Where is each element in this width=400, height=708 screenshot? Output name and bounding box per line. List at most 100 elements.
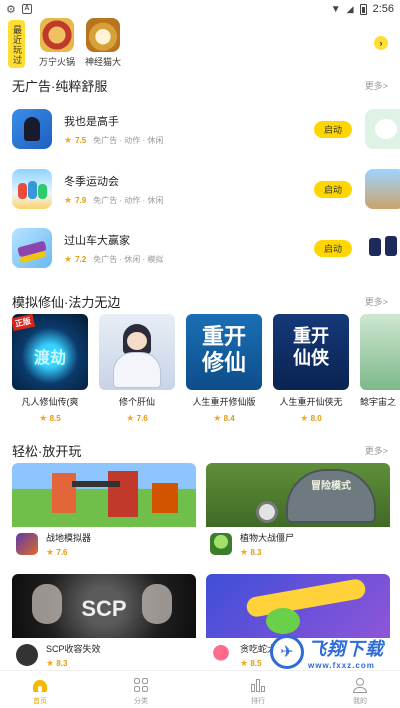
game-icon bbox=[12, 228, 52, 268]
app-rating: 7.2 bbox=[75, 254, 87, 264]
star-icon: ★ bbox=[240, 657, 249, 668]
game-icon[interactable] bbox=[365, 109, 400, 149]
grid-icon bbox=[133, 677, 149, 693]
recent-played-row: 最近玩过 万宁火锅 神经猫大 › bbox=[0, 18, 400, 70]
notification-icon: A bbox=[21, 4, 32, 14]
game-card[interactable]: 鲶宇宙之 bbox=[360, 314, 400, 408]
game-icon bbox=[210, 644, 232, 666]
battery-icon bbox=[359, 3, 367, 15]
card-name: 人生重开修仙版 bbox=[192, 397, 256, 407]
app-name: 我也是高手 bbox=[64, 115, 119, 128]
tile-rating: ★ 7.6 bbox=[46, 546, 68, 557]
section-title: 轻松·放开玩 bbox=[12, 444, 82, 459]
watermark-url: www.fxxz.com bbox=[308, 660, 375, 670]
app-name: 过山车大赢家 bbox=[64, 234, 130, 247]
card-art-text: 渡劫 bbox=[33, 348, 66, 367]
game-icon bbox=[12, 109, 52, 149]
game-tile[interactable]: 冒险模式 植物大战僵尸 ★ 8.3 bbox=[206, 463, 390, 561]
card-rating: ★ 8.0 bbox=[300, 413, 322, 423]
game-art: 重开修仙 bbox=[186, 314, 262, 390]
star-icon: ★ bbox=[240, 546, 249, 557]
star-icon: ★ bbox=[213, 413, 222, 423]
game-art bbox=[12, 463, 196, 527]
game-icon bbox=[16, 644, 38, 666]
game-art: SCP bbox=[12, 574, 196, 638]
launch-button[interactable]: 启动 bbox=[314, 180, 352, 198]
status-bar: ⚙ A ▼ ◢ 2:56 bbox=[0, 0, 400, 18]
site-watermark: ✈ 飞翔下载 www.fxxz.com bbox=[270, 632, 396, 672]
tile-art-text: 冒险模式 bbox=[311, 481, 351, 492]
user-icon bbox=[352, 677, 368, 693]
nav-label: 首页 bbox=[33, 698, 47, 705]
game-icon[interactable] bbox=[365, 169, 400, 209]
chevron-right-icon[interactable]: › bbox=[374, 36, 388, 50]
card-badge: 正版 bbox=[12, 314, 36, 332]
nav-label: 我的 bbox=[353, 698, 367, 705]
app-row[interactable]: 冬季运动会 ★ 7.9 免广告 · 动作 · 休闲 启动 bbox=[12, 161, 352, 217]
card-art-text: 重开修仙 bbox=[201, 324, 246, 376]
game-icon[interactable] bbox=[365, 228, 400, 268]
app-row[interactable]: 我也是高手 ★ 7.5 免广告 · 动作 · 休闲 启动 bbox=[12, 101, 352, 157]
settings-icon: ⚙ bbox=[6, 3, 16, 16]
more-link[interactable]: 更多> bbox=[365, 295, 388, 308]
game-card[interactable]: 渡劫 正版 凡人修仙传(爽 ★ 8.5 bbox=[12, 314, 88, 424]
app-tags: 免广告 · 动作 · 休闲 bbox=[93, 195, 164, 205]
star-icon: ★ bbox=[64, 194, 73, 205]
wifi-icon: ▼ bbox=[330, 3, 341, 15]
card-name: 修个肝仙 bbox=[118, 397, 155, 407]
game-card[interactable]: 重开修仙 人生重开修仙版 ★ 8.4 bbox=[186, 314, 262, 424]
bottom-nav: 首页 分类 排行 我的 bbox=[0, 670, 400, 708]
signal-icon: ◢ bbox=[346, 3, 354, 14]
game-art: 冒险模式 bbox=[206, 463, 390, 527]
nav-ranking[interactable]: 排行 bbox=[238, 677, 278, 706]
card-name: 鲶宇宙之 bbox=[360, 397, 397, 407]
app-rating: 7.5 bbox=[75, 135, 87, 145]
star-icon: ★ bbox=[46, 657, 55, 668]
game-card[interactable]: 重开仙侠 人生重开仙侠无 ★ 8.0 bbox=[273, 314, 349, 424]
more-link[interactable]: 更多> bbox=[365, 444, 388, 457]
card-rating: ★ 7.6 bbox=[126, 413, 148, 423]
tile-rating: ★ 8.3 bbox=[240, 546, 262, 557]
tile-name: 战地模拟器 bbox=[46, 532, 92, 543]
more-link[interactable]: 更多> bbox=[365, 79, 388, 92]
launch-button[interactable]: 启动 bbox=[314, 239, 352, 257]
launch-button[interactable]: 启动 bbox=[314, 120, 352, 138]
star-icon: ★ bbox=[64, 253, 73, 264]
home-icon bbox=[32, 677, 48, 693]
game-icon bbox=[86, 18, 120, 52]
section-header: 模拟修仙·法力无边 更多> bbox=[12, 292, 388, 311]
star-icon: ★ bbox=[46, 546, 55, 557]
tile-art-text: SCP bbox=[81, 596, 127, 621]
nav-mine[interactable]: 我的 bbox=[340, 677, 380, 706]
star-icon: ★ bbox=[300, 413, 309, 423]
card-art-text: 重开仙侠 bbox=[293, 326, 329, 369]
card-rating: ★ 8.5 bbox=[39, 413, 61, 423]
recent-item[interactable]: 万宁火锅 bbox=[34, 18, 80, 68]
game-tile[interactable]: 战地模拟器 ★ 7.6 bbox=[12, 463, 196, 561]
nav-category[interactable]: 分类 bbox=[121, 677, 161, 706]
star-icon: ★ bbox=[39, 413, 48, 423]
star-icon: ★ bbox=[126, 413, 135, 423]
recent-item[interactable]: 神经猫大 bbox=[80, 18, 126, 68]
app-tags: 免广告 · 动作 · 休闲 bbox=[93, 135, 164, 145]
game-tile[interactable]: SCP SCP收容失效 ★ 8.3 bbox=[12, 574, 196, 672]
section-header: 无广告·纯粹舒服 更多> bbox=[12, 76, 388, 95]
star-icon: ★ bbox=[64, 134, 73, 145]
card-rating: ★ 8.4 bbox=[213, 413, 235, 423]
app-tags: 免广告 · 休闲 · 模拟 bbox=[93, 254, 164, 264]
game-icon bbox=[40, 18, 74, 52]
game-icon bbox=[210, 533, 232, 555]
app-row[interactable]: 过山车大赢家 ★ 7.2 免广告 · 休闲 · 模拟 启动 bbox=[12, 220, 352, 276]
game-icon bbox=[16, 533, 38, 555]
app-name: 冬季运动会 bbox=[64, 175, 119, 188]
tile-name: 植物大战僵尸 bbox=[240, 532, 295, 543]
section-title: 模拟修仙·法力无边 bbox=[12, 295, 121, 310]
section-title: 无广告·纯粹舒服 bbox=[12, 79, 108, 94]
nav-label: 排行 bbox=[251, 698, 265, 705]
game-card[interactable]: 修个肝仙 ★ 7.6 bbox=[99, 314, 175, 424]
watermark-title: 飞翔下载 bbox=[308, 638, 384, 659]
nav-home[interactable]: 首页 bbox=[20, 677, 60, 706]
game-art bbox=[99, 314, 175, 390]
game-art bbox=[360, 314, 400, 390]
card-name: 凡人修仙传(爽 bbox=[21, 397, 79, 407]
